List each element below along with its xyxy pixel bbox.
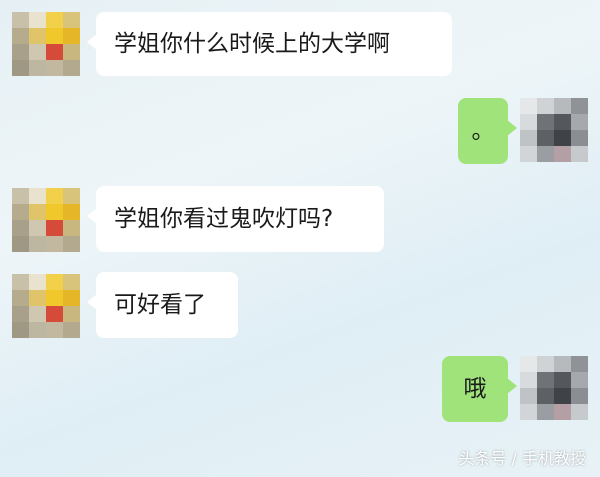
message-text: 学姐你什么时候上的大学啊 xyxy=(114,31,390,57)
contact-avatar[interactable] xyxy=(12,12,80,76)
chat-conversation: 学姐你什么时候上的大学啊 。 学姐你看过鬼吹灯吗? 可好看了 哦 头条号 / 手… xyxy=(0,0,600,477)
message-text: 。 xyxy=(471,118,495,144)
contact-avatar[interactable] xyxy=(12,274,80,338)
message-bubble-incoming[interactable]: 学姐你看过鬼吹灯吗? xyxy=(87,186,384,252)
message-text: 哦 xyxy=(463,376,487,402)
message-bubble-incoming[interactable]: 可好看了 xyxy=(87,272,238,338)
self-avatar[interactable] xyxy=(520,356,588,420)
watermark: 头条号 / 手机教授 xyxy=(458,449,586,468)
self-avatar[interactable] xyxy=(520,98,588,162)
message-bubble-incoming[interactable]: 学姐你什么时候上的大学啊 xyxy=(87,12,452,76)
contact-avatar[interactable] xyxy=(12,188,80,252)
message-bubble-outgoing[interactable]: 。 xyxy=(458,98,517,164)
message-text: 可好看了 xyxy=(114,292,206,318)
message-text: 学姐你看过鬼吹灯吗? xyxy=(114,206,334,232)
message-bubble-outgoing[interactable]: 哦 xyxy=(442,356,517,422)
